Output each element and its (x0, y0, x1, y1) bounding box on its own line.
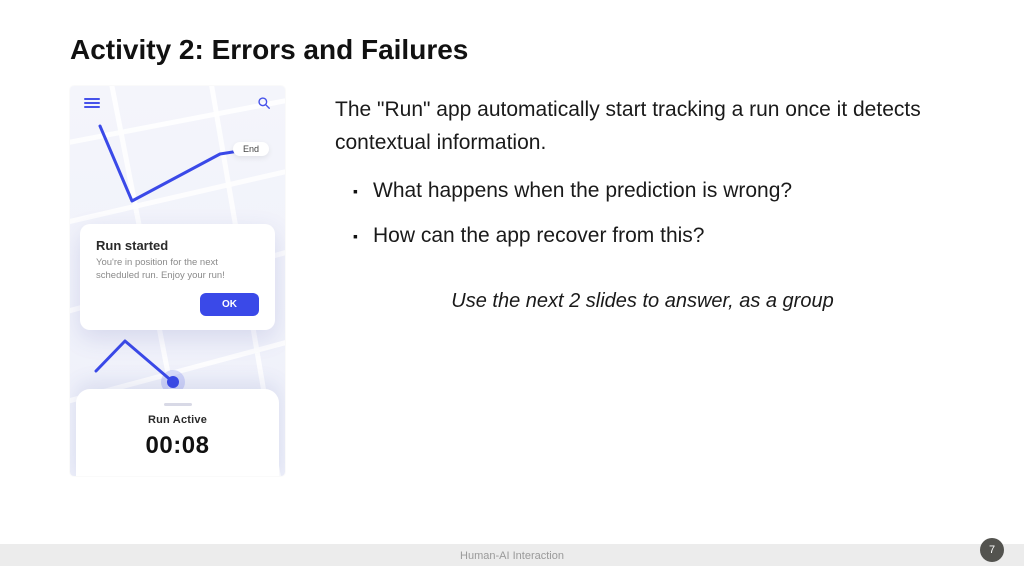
run-started-card: Run started You're in position for the n… (80, 224, 275, 330)
content-block: The "Run" app automatically start tracki… (335, 94, 950, 313)
intro-paragraph: The "Run" app automatically start tracki… (335, 94, 950, 159)
card-body: You're in position for the next schedule… (96, 257, 259, 283)
phone-mockup: End Run started You're in position for t… (70, 86, 285, 476)
card-title: Run started (96, 238, 259, 253)
slide: Activity 2: Errors and Failures End (0, 0, 1024, 576)
footer-text: Human-AI Interaction (0, 550, 1024, 562)
current-location-dot (167, 376, 179, 388)
slide-title: Activity 2: Errors and Failures (70, 34, 468, 66)
bullet-item: What happens when the prediction is wron… (353, 175, 950, 208)
sheet-handle-icon[interactable] (164, 403, 192, 406)
instruction-text: Use the next 2 slides to answer, as a gr… (335, 290, 950, 313)
sheet-time: 00:08 (76, 432, 279, 460)
ok-button[interactable]: OK (200, 293, 259, 316)
page-number: 7 (980, 538, 1004, 562)
bottom-sheet[interactable]: Run Active 00:08 (76, 389, 279, 476)
sheet-label: Run Active (76, 414, 279, 426)
end-pill[interactable]: End (233, 142, 269, 156)
bullet-item: How can the app recover from this? (353, 220, 950, 253)
search-icon[interactable] (257, 96, 271, 110)
hamburger-icon[interactable] (84, 98, 100, 108)
